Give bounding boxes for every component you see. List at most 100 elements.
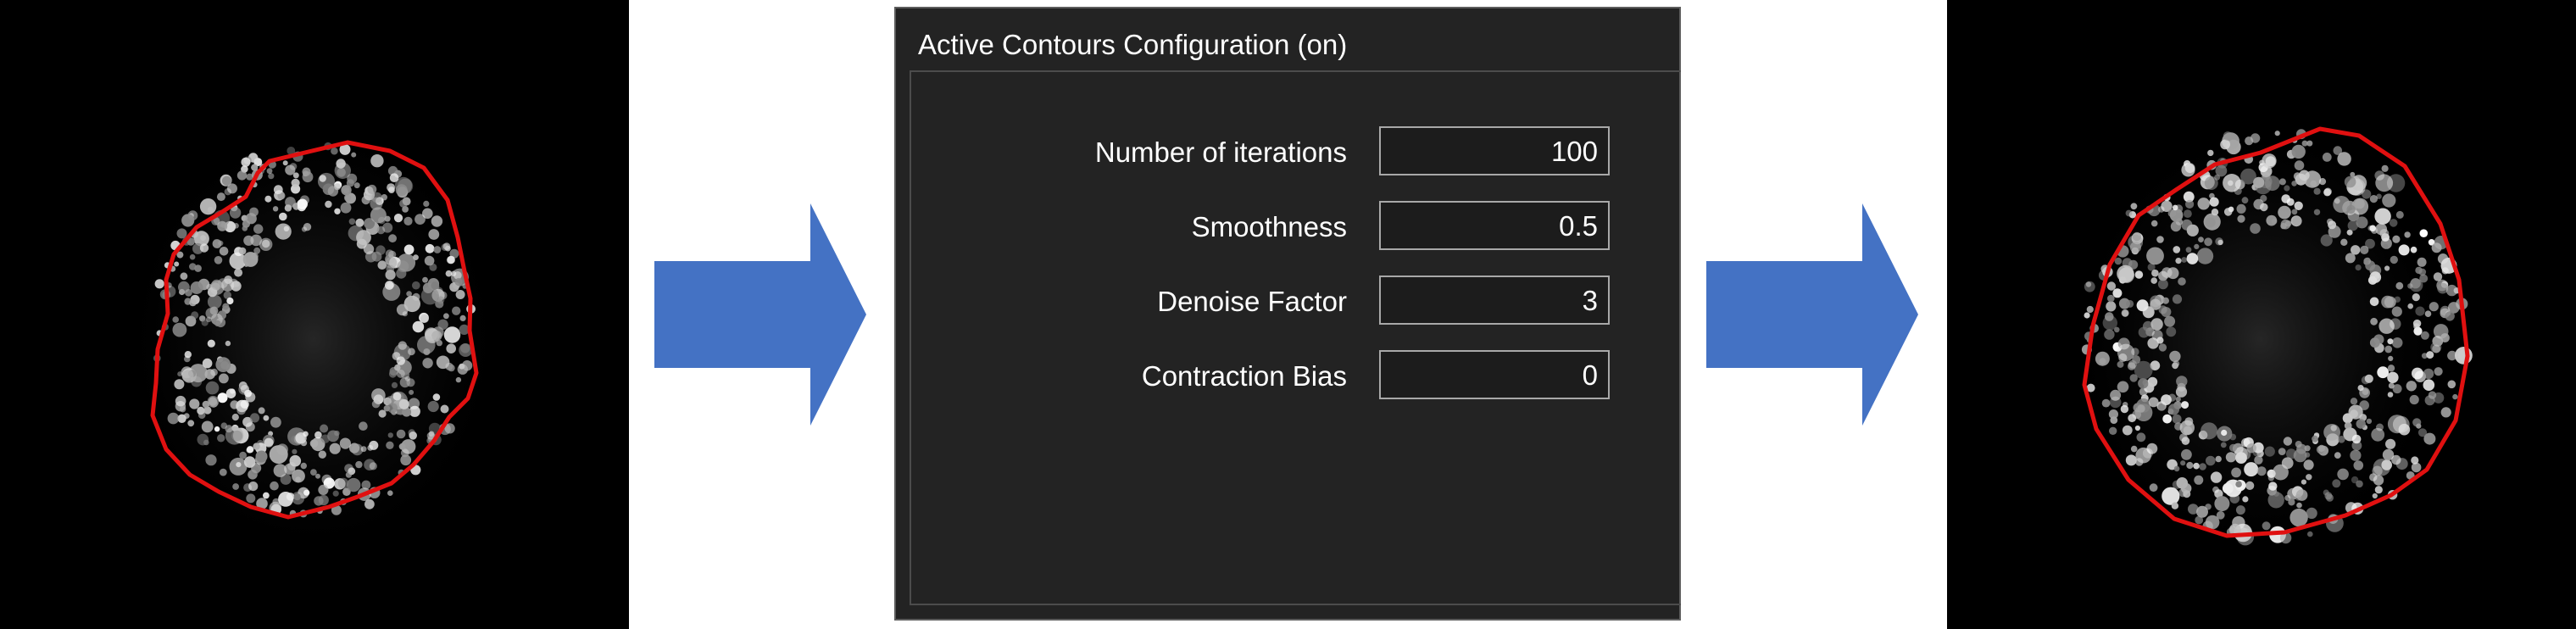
nucleus — [2211, 209, 2219, 216]
nucleus — [202, 358, 213, 369]
nucleus — [382, 282, 401, 301]
denoise-factor-input[interactable]: 3 — [1379, 276, 1610, 325]
nucleus — [189, 398, 200, 409]
nucleus — [2106, 281, 2117, 291]
nucleus — [2172, 294, 2183, 304]
nucleus — [275, 223, 292, 240]
nucleus — [303, 489, 310, 496]
nucleus — [175, 395, 186, 407]
nucleus — [199, 243, 209, 253]
nucleus — [2242, 496, 2249, 503]
nucleus — [2194, 475, 2204, 485]
nucleus — [2086, 305, 2094, 314]
nucleus — [2407, 303, 2413, 309]
nucleus — [396, 369, 405, 378]
nucleus — [2424, 310, 2432, 318]
nucleus — [447, 255, 455, 264]
nucleus — [2214, 174, 2221, 181]
nucleus — [2241, 197, 2249, 204]
nucleus — [387, 183, 396, 192]
nucleus — [2274, 131, 2280, 136]
nucleus — [2139, 387, 2148, 396]
nucleus — [414, 214, 426, 225]
nucleus — [2360, 245, 2369, 254]
nucleus — [2250, 223, 2261, 234]
nucleus — [259, 237, 273, 251]
nucleus — [2440, 333, 2450, 342]
nucleus — [2151, 269, 2159, 277]
nucleus — [2374, 208, 2391, 225]
nucleus — [341, 185, 352, 196]
nucleus — [318, 484, 329, 496]
nucleus — [2205, 515, 2220, 530]
nucleus — [264, 195, 272, 203]
nucleus — [2245, 481, 2255, 491]
nucleus — [2303, 459, 2314, 470]
nucleus — [2363, 259, 2369, 265]
nucleus — [2148, 397, 2159, 408]
iterations-input[interactable]: 100 — [1379, 126, 1610, 175]
nucleus — [432, 393, 441, 401]
nucleus — [2351, 434, 2362, 444]
nucleus — [172, 316, 179, 323]
nucleus — [423, 348, 431, 355]
nucleus — [319, 175, 326, 182]
nucleus — [2296, 502, 2302, 509]
nucleus — [2171, 502, 2179, 509]
nucleus — [289, 163, 298, 170]
nucleus — [172, 322, 187, 337]
nucleus — [219, 373, 229, 384]
nucleus — [2176, 477, 2189, 489]
nucleus — [460, 343, 470, 353]
nucleus — [2384, 345, 2393, 353]
nucleus — [2181, 219, 2193, 231]
nucleus — [2419, 229, 2429, 238]
nucleus — [351, 152, 357, 158]
nucleus — [292, 448, 298, 454]
nucleus — [443, 326, 461, 343]
nucleus — [2266, 214, 2278, 226]
nucleus — [2323, 424, 2340, 441]
nucleus — [2123, 402, 2128, 408]
nucleus — [217, 392, 228, 404]
nucleus — [345, 471, 352, 478]
nucleus — [2164, 315, 2176, 327]
nucleus — [2387, 365, 2395, 372]
nucleus — [2375, 174, 2394, 192]
nucleus — [253, 443, 260, 450]
nucleus — [167, 412, 180, 425]
nucleus — [369, 440, 379, 450]
nucleus — [2130, 203, 2138, 210]
nucleus — [2310, 180, 2317, 187]
nucleus — [2172, 204, 2178, 211]
nucleus — [2382, 193, 2396, 208]
field-denoise-factor: Denoise Factor 3 — [911, 276, 1683, 328]
nucleus — [2126, 299, 2134, 308]
nucleus — [2175, 386, 2188, 398]
nucleus — [2223, 131, 2233, 141]
nucleus — [2122, 425, 2133, 436]
smoothness-input[interactable]: 0.5 — [1379, 201, 1610, 250]
nucleus — [403, 244, 414, 255]
nucleus — [2134, 270, 2144, 279]
nucleus — [2185, 247, 2192, 253]
nucleus — [325, 200, 332, 209]
nucleus — [225, 425, 233, 433]
nucleus — [2348, 404, 2363, 420]
nucleus — [2387, 371, 2399, 383]
nucleus — [245, 213, 257, 225]
nucleus — [236, 170, 248, 181]
nucleus — [2333, 146, 2343, 155]
contraction-bias-input[interactable]: 0 — [1379, 350, 1610, 399]
field-label: Contraction Bias — [1141, 360, 1347, 392]
nucleus — [2223, 174, 2241, 192]
nucleus — [2125, 454, 2137, 466]
nucleus — [2246, 443, 2256, 454]
nucleus — [2138, 378, 2149, 389]
nucleus — [2146, 247, 2164, 265]
nucleus — [240, 385, 249, 393]
nucleus — [2117, 360, 2124, 368]
nucleus — [2423, 368, 2434, 380]
nucleus — [279, 212, 287, 221]
nucleus — [2235, 505, 2245, 515]
